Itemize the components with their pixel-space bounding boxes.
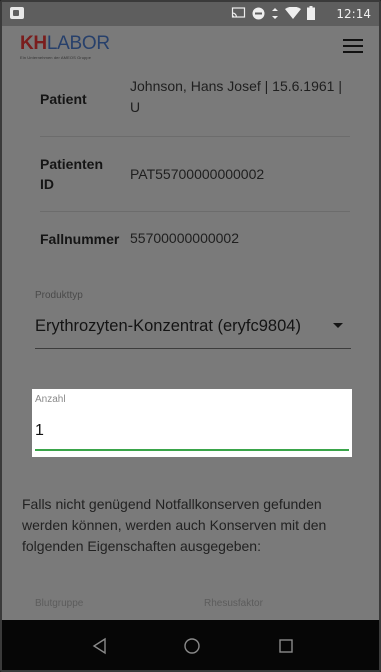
back-icon[interactable]: [88, 634, 112, 658]
rhesus-label: Rhesusfaktor: [204, 598, 263, 609]
blood-group-label: Blutgruppe: [35, 598, 84, 609]
info-value: PAT55700000000002: [130, 166, 265, 182]
wifi-icon: [285, 6, 301, 23]
status-icons: [231, 6, 315, 24]
order-form: Patient Johnson, Hans Josef | 15.6.1961 …: [2, 68, 379, 620]
recents-icon[interactable]: [274, 634, 298, 658]
product-type-label: Produkttyp: [35, 290, 83, 301]
cast-icon: [231, 7, 246, 23]
battery-icon: [307, 6, 315, 24]
home-icon[interactable]: [180, 634, 204, 658]
app-bar: KHLABOR Ein Unternehmen der AMEOS Gruppe: [2, 26, 379, 68]
logo-kh: KH: [20, 33, 47, 54]
info-label: Patienten ID: [40, 156, 104, 192]
clock: 12:14: [336, 7, 371, 21]
device-frame: 12:14 KHLABOR Ein Unternehmen der AMEOS …: [0, 0, 381, 672]
status-bar: 12:14: [2, 2, 379, 26]
quantity-input[interactable]: [35, 413, 349, 451]
fallback-note: Falls nicht genügend Notfallkonserven ge…: [22, 496, 327, 554]
info-label: Fallnummer: [40, 231, 120, 247]
quantity-label: Anzahl: [35, 394, 66, 405]
product-type-select[interactable]: Erythrozyten-Konzentrat (eryfc9804): [35, 313, 351, 349]
info-row-case-number: Fallnummer 55700000000002: [40, 212, 350, 256]
do-not-disturb-icon: [252, 7, 265, 24]
info-row-patient-id: Patienten ID PAT55700000000002: [40, 137, 350, 212]
logo-labor: LABOR: [46, 33, 110, 54]
hamburger-menu-icon[interactable]: [343, 39, 363, 55]
dropdown-arrow-icon: [333, 323, 343, 328]
logo-tagline: Ein Unternehmen der AMEOS Gruppe: [20, 55, 92, 60]
system-nav-bar: [2, 620, 379, 670]
info-row-patient: Patient Johnson, Hans Josef | 15.6.1961 …: [40, 68, 350, 137]
info-value: Johnson, Hans Josef | 15.6.1961 | U: [130, 78, 342, 115]
khlabor-logo[interactable]: KHLABOR Ein Unternehmen der AMEOS Gruppe: [20, 33, 110, 61]
info-value: 55700000000002: [130, 230, 240, 246]
info-label: Patient: [40, 91, 87, 107]
product-type-value: Erythrozyten-Konzentrat (eryfc9804): [35, 317, 301, 335]
notification-icon: [10, 7, 24, 19]
quantity-field[interactable]: Anzahl: [32, 389, 352, 457]
vibrate-icon: [271, 7, 279, 24]
